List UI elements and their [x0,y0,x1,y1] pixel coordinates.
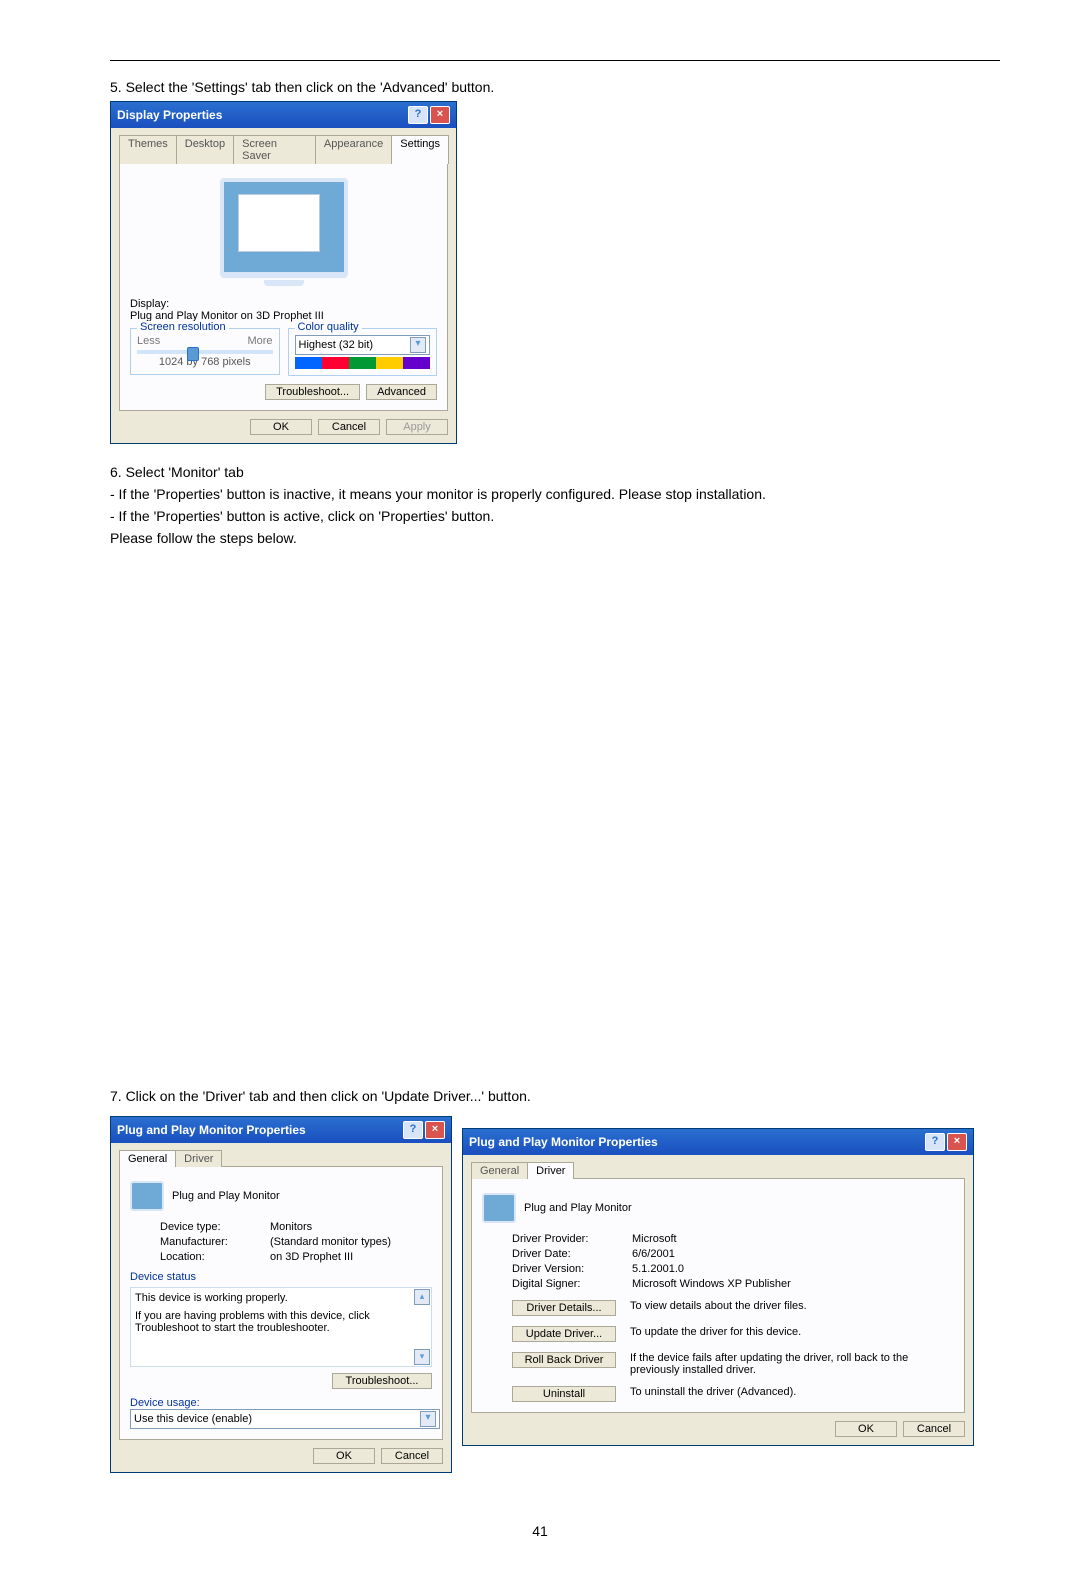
digital-signer-value: Microsoft Windows XP Publisher [632,1278,791,1290]
tab-general[interactable]: General [119,1150,176,1167]
device-usage-label: Device usage: [130,1397,432,1409]
status-help: If you are having problems with this dev… [135,1310,411,1334]
device-usage-select[interactable]: Use this device (enable) ▾ [130,1409,440,1429]
step7-text: 7. Click on the 'Driver' tab and then cl… [110,1088,1000,1104]
tab-driver[interactable]: Driver [175,1150,222,1167]
tab-settings[interactable]: Settings [391,135,449,164]
update-driver-button[interactable]: Update Driver... [512,1326,616,1342]
tab-desktop[interactable]: Desktop [176,135,234,164]
device-name: Plug and Play Monitor [172,1190,280,1202]
chevron-down-icon[interactable]: ▾ [420,1411,436,1427]
cancel-button[interactable]: Cancel [381,1448,443,1464]
driver-details-desc: To view details about the driver files. [630,1300,924,1312]
cancel-button[interactable]: Cancel [318,419,380,435]
dialog-title: Plug and Play Monitor Properties [117,1123,306,1137]
device-status-textbox: This device is working properly. If you … [130,1287,432,1367]
monitor-icon [130,1181,164,1211]
apply-button[interactable]: Apply [386,419,448,435]
color-bar [295,357,431,369]
less-label: Less [137,335,160,347]
cancel-button[interactable]: Cancel [903,1421,965,1437]
close-icon[interactable]: × [947,1133,967,1151]
step6-line4: Please follow the steps below. [110,530,1000,546]
monitor-icon [482,1193,516,1223]
tab-general[interactable]: General [471,1162,528,1179]
color-quality-select[interactable]: Highest (32 bit) ▾ [295,335,431,355]
scroll-up-icon[interactable]: ▴ [414,1289,430,1305]
driver-date-label: Driver Date: [482,1248,632,1260]
tab-driver[interactable]: Driver [527,1162,574,1179]
step5-text: 5. Select the 'Settings' tab then click … [110,79,1000,95]
driver-provider-value: Microsoft [632,1233,677,1245]
more-label: More [247,335,272,347]
color-quality-value: Highest (32 bit) [299,339,374,351]
device-type-label: Device type: [160,1221,270,1233]
tab-appearance[interactable]: Appearance [315,135,392,164]
monitor-properties-general-dialog: Plug and Play Monitor Properties ? × Gen… [110,1116,452,1473]
driver-version-label: Driver Version: [482,1263,632,1275]
tab-screensaver[interactable]: Screen Saver [233,135,316,164]
digital-signer-label: Digital Signer: [482,1278,632,1290]
driver-details-button[interactable]: Driver Details... [512,1300,616,1316]
resolution-value: 1024 by 768 pixels [137,356,273,368]
location-label: Location: [160,1251,270,1263]
update-driver-desc: To update the driver for this device. [630,1326,924,1338]
titlebar: Plug and Play Monitor Properties ? × [111,1117,451,1143]
troubleshoot-button[interactable]: Troubleshoot... [265,384,360,400]
device-status-label: Device status [130,1271,432,1283]
monitor-preview-icon [214,178,354,288]
titlebar: Plug and Play Monitor Properties ? × [463,1129,973,1155]
uninstall-button[interactable]: Uninstall [512,1386,616,1402]
screen-res-legend: Screen resolution [137,321,229,333]
rollback-driver-button[interactable]: Roll Back Driver [512,1352,616,1368]
ok-button[interactable]: OK [250,419,312,435]
chevron-down-icon[interactable]: ▾ [410,337,426,353]
device-name: Plug and Play Monitor [524,1202,632,1214]
manufacturer-label: Manufacturer: [160,1236,270,1248]
color-quality-group: Color quality Highest (32 bit) ▾ [288,328,438,376]
ok-button[interactable]: OK [313,1448,375,1464]
help-icon[interactable]: ? [925,1133,945,1151]
display-label: Display: [130,298,437,310]
manufacturer-value: (Standard monitor types) [270,1236,391,1248]
location-value: on 3D Prophet III [270,1251,353,1263]
status-working: This device is working properly. [135,1292,411,1304]
resolution-slider[interactable] [137,350,273,354]
tab-row: Themes Desktop Screen Saver Appearance S… [111,128,456,163]
close-icon[interactable]: × [430,106,450,124]
dialog-title: Display Properties [117,108,222,122]
ok-button[interactable]: OK [835,1421,897,1437]
rollback-driver-desc: If the device fails after updating the d… [630,1352,924,1376]
device-usage-value: Use this device (enable) [134,1413,252,1425]
step6-line2: - If the 'Properties' button is inactive… [110,486,1000,502]
tab-themes[interactable]: Themes [119,135,177,164]
blank-space [110,552,1000,1082]
monitor-properties-driver-dialog: Plug and Play Monitor Properties ? × Gen… [462,1128,974,1446]
driver-provider-label: Driver Provider: [482,1233,632,1245]
titlebar: Display Properties ? × [111,102,456,128]
screen-resolution-group: Screen resolution Less More 1024 by 768 … [130,328,280,375]
troubleshoot-button[interactable]: Troubleshoot... [332,1373,432,1389]
dialog-title: Plug and Play Monitor Properties [469,1135,658,1149]
uninstall-desc: To uninstall the driver (Advanced). [630,1386,924,1398]
page-number: 41 [80,1523,1000,1539]
step6-line1: 6. Select 'Monitor' tab [110,464,1000,480]
display-properties-dialog: Display Properties ? × Themes Desktop Sc… [110,101,457,444]
advanced-button[interactable]: Advanced [366,384,437,400]
help-icon[interactable]: ? [403,1121,423,1139]
step6-line3: - If the 'Properties' button is active, … [110,508,1000,524]
close-icon[interactable]: × [425,1121,445,1139]
driver-date-value: 6/6/2001 [632,1248,675,1260]
device-type-value: Monitors [270,1221,312,1233]
help-icon[interactable]: ? [408,106,428,124]
color-quality-legend: Color quality [295,321,362,333]
scroll-down-icon[interactable]: ▾ [414,1349,430,1365]
driver-version-value: 5.1.2001.0 [632,1263,684,1275]
